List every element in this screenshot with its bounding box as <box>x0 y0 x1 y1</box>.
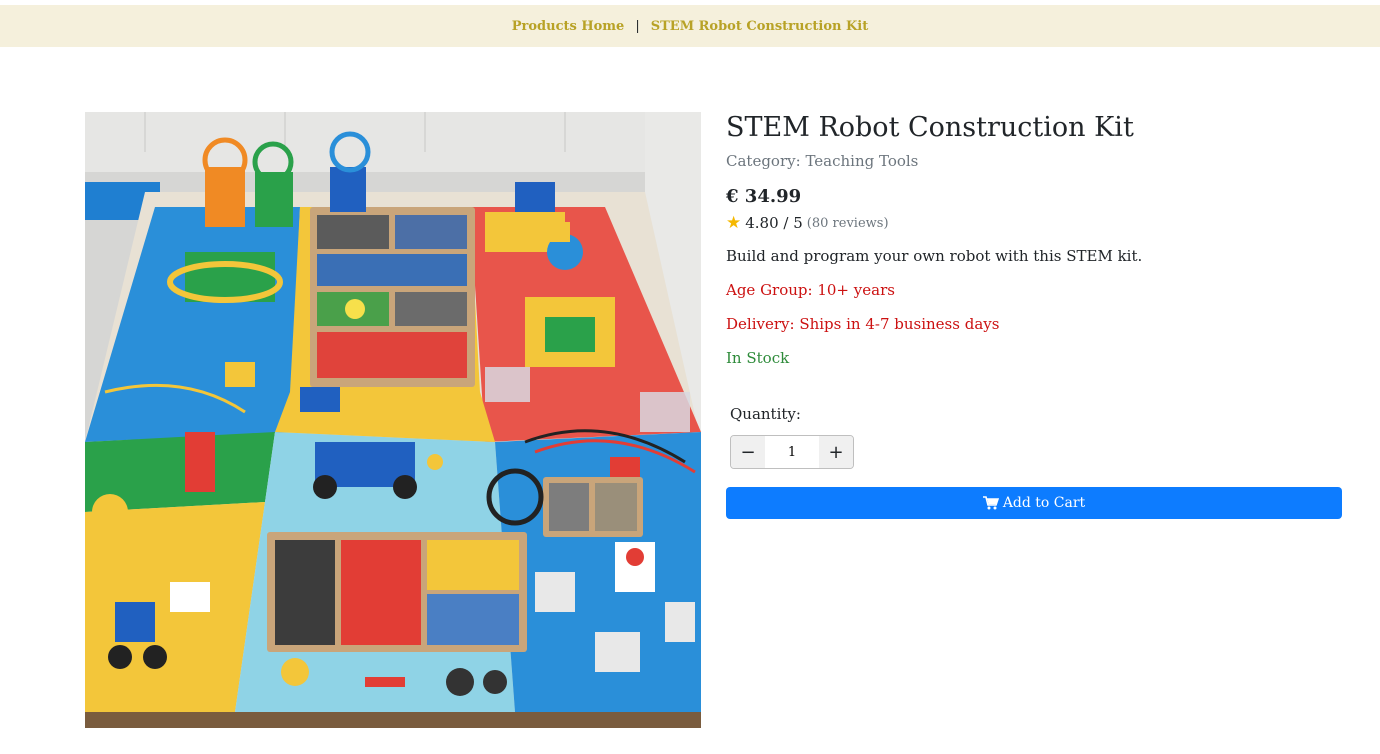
shopping-cart-icon <box>982 496 999 510</box>
product-image <box>85 112 701 728</box>
product-title: STEM Robot Construction Kit <box>726 112 1134 143</box>
category-prefix: Category: <box>726 152 801 170</box>
delivery-info: Delivery: Ships in 4-7 business days <box>726 315 1000 333</box>
decrement-button[interactable]: − <box>731 436 765 468</box>
age-group: Age Group: 10+ years <box>726 281 895 299</box>
star-icon: ★ <box>726 213 742 233</box>
product-price: € 34.99 <box>726 186 802 207</box>
breadcrumb-separator: | <box>635 18 640 34</box>
breadcrumb-link-current-product[interactable]: STEM Robot Construction Kit <box>651 19 869 34</box>
rating-value: 4.80 / 5 <box>745 214 803 232</box>
review-count: (80 reviews) <box>806 215 889 231</box>
add-to-cart-label: Add to Cart <box>1002 495 1086 511</box>
product-rating: ★ 4.80 / 5 (80 reviews) <box>726 213 1342 233</box>
product-category: Category: Teaching Tools <box>726 152 1342 170</box>
add-to-cart-button[interactable]: Add to Cart <box>726 487 1342 519</box>
quantity-input[interactable] <box>765 436 819 468</box>
quantity-label: Quantity: <box>730 405 801 423</box>
product-photo-illustration <box>85 112 701 728</box>
stock-status: In Stock <box>726 349 790 367</box>
increment-button[interactable]: + <box>819 436 853 468</box>
product-details: STEM Robot Construction Kit Category: Te… <box>726 112 1342 519</box>
product-description: Build and program your own robot with th… <box>726 247 1143 265</box>
category-value: Teaching Tools <box>805 152 919 170</box>
breadcrumb-link-products-home[interactable]: Products Home <box>512 19 625 34</box>
breadcrumb: Products Home | STEM Robot Construction … <box>0 5 1380 47</box>
quantity-stepper: − + <box>730 435 854 469</box>
